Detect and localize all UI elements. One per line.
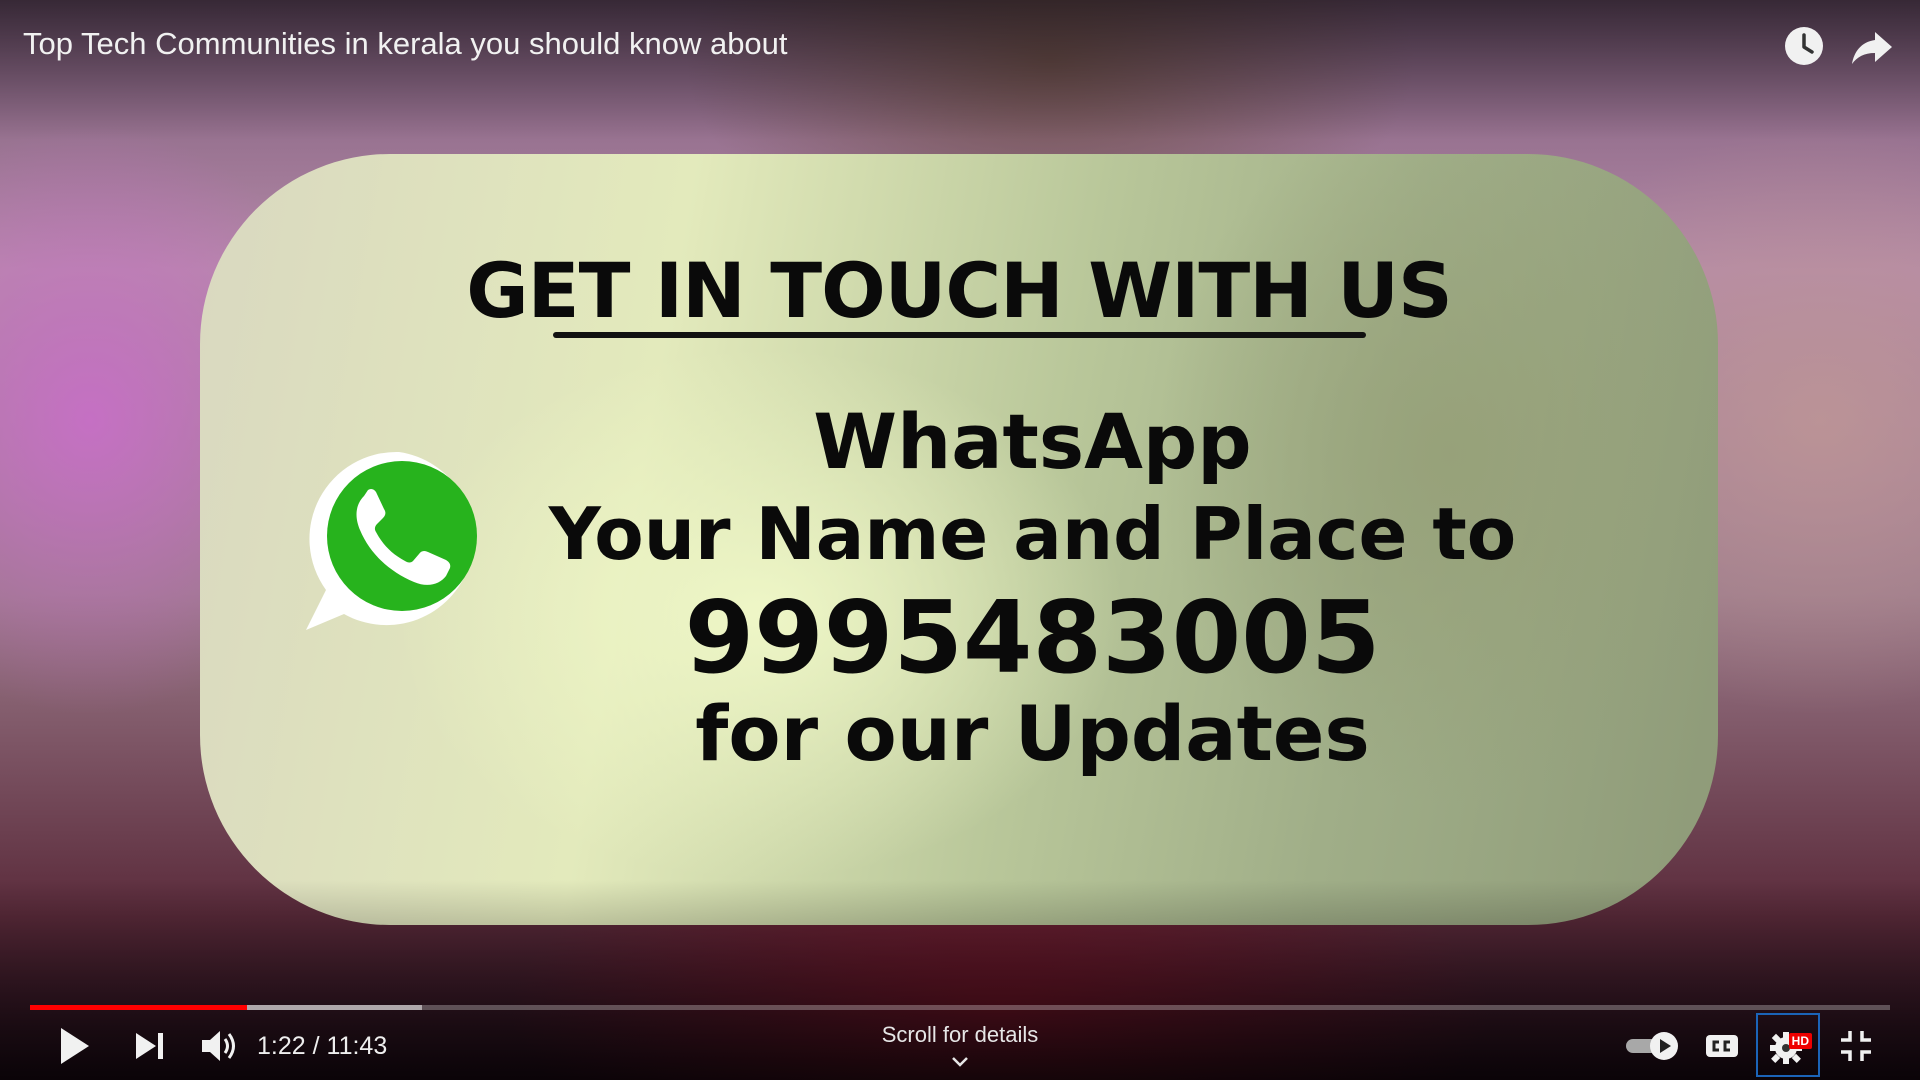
scroll-for-details[interactable]: Scroll for details (860, 1022, 1060, 1048)
hd-badge: HD (1788, 1033, 1812, 1049)
time-separator: / (305, 1032, 327, 1060)
captions-icon[interactable] (1704, 1030, 1740, 1062)
progress-bar[interactable] (30, 1005, 1890, 1010)
next-icon[interactable] (132, 1027, 168, 1065)
time-current: 1:22 (257, 1032, 306, 1060)
exit-fullscreen-icon[interactable] (1838, 1028, 1874, 1064)
progress-played (30, 1005, 247, 1010)
clock-icon[interactable] (1780, 22, 1828, 70)
card-heading: GET IN TOUCH WITH US (466, 246, 1452, 335)
whatsapp-text: WhatsApp (813, 397, 1252, 486)
chevron-down-icon[interactable] (949, 1055, 971, 1069)
contact-card: GET IN TOUCH WITH US WhatsApp Your Name … (200, 154, 1718, 925)
share-arrow-icon[interactable] (1848, 22, 1896, 70)
top-gradient (0, 0, 1920, 140)
autoplay-toggle-icon[interactable] (1624, 1030, 1684, 1062)
settings-button[interactable]: HD (1756, 1013, 1820, 1077)
phone-number: 9995483005 (684, 579, 1381, 696)
volume-icon[interactable] (198, 1026, 238, 1066)
time-display: 1:22 / 11:43 (257, 1032, 387, 1061)
name-place-text: Your Name and Place to (548, 492, 1517, 576)
video-title[interactable]: Top Tech Communities in kerala you shoul… (23, 26, 788, 62)
updates-text: for our Updates (695, 689, 1370, 778)
heading-underline (553, 332, 1366, 338)
play-icon[interactable] (56, 1025, 92, 1067)
time-total: 11:43 (326, 1032, 388, 1060)
